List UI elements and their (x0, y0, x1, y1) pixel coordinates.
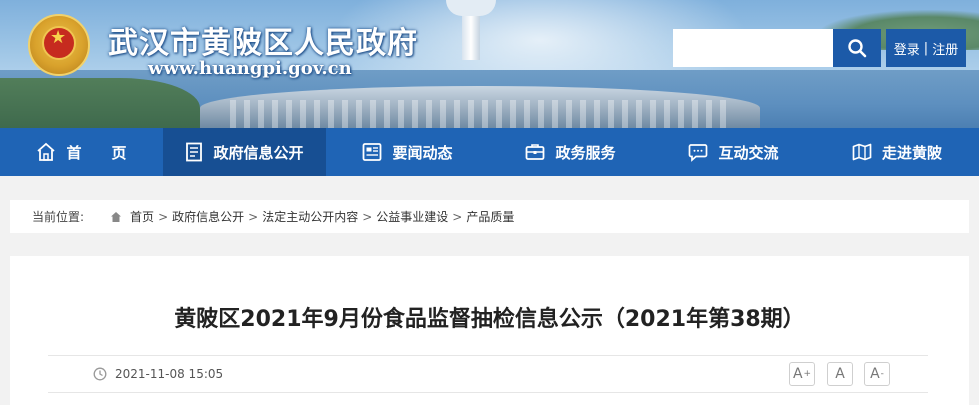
breadcrumb-separator: > (158, 209, 169, 224)
breadcrumb-separator: > (362, 209, 373, 224)
publish-date: 2021-11-08 15:05 (115, 367, 224, 381)
login-link[interactable]: 登录 (894, 39, 920, 58)
font-decrease-mark: - (880, 369, 884, 379)
breadcrumb-item-public-welfare[interactable]: 公益事业建设 (376, 208, 448, 225)
nav-item-news[interactable]: 要闻动态 (326, 128, 489, 176)
nav-item-gov-info[interactable]: 政府信息公开 (163, 128, 326, 176)
search-icon (848, 39, 867, 58)
nav-item-services[interactable]: 政务服务 (489, 128, 652, 176)
site-url: www.huangpi.gov.cn (148, 58, 352, 79)
font-decrease-label: A (870, 366, 880, 382)
font-size-reset-button[interactable]: A (827, 362, 853, 386)
document-icon (186, 142, 203, 162)
briefcase-icon (526, 144, 545, 160)
nav-label-interaction: 互动交流 (718, 143, 779, 162)
chat-bubble-icon (689, 144, 708, 162)
nav-label-about: 走进黄陂 (881, 143, 942, 162)
home-icon (37, 142, 56, 161)
nav-label-services: 政务服务 (555, 143, 616, 162)
banner-building-facade (230, 100, 730, 128)
nav-item-home[interactable]: 首页 (0, 128, 163, 176)
nav-label-news: 要闻动态 (392, 143, 453, 162)
article-meta-bar: 2021-11-08 15:05 A + A A- (48, 355, 928, 393)
register-link[interactable]: 注册 (932, 39, 958, 58)
font-size-decrease-button[interactable]: A- (864, 362, 890, 386)
breadcrumb-item-product-quality[interactable]: 产品质量 (466, 208, 514, 225)
site-title[interactable]: 武汉市黄陂区人民政府 (108, 18, 418, 62)
news-icon (363, 143, 382, 161)
login-register-box: 登录 | 注册 (886, 29, 966, 67)
search-button[interactable] (833, 29, 881, 67)
font-increase-mark: + (803, 369, 812, 379)
login-separator: | (923, 40, 929, 56)
header-banner: ★ 武汉市黄陂区人民政府 www.huangpi.gov.cn 登录 | 注册 (0, 0, 979, 128)
map-icon (852, 143, 872, 161)
clock-icon (93, 367, 107, 381)
breadcrumb-separator: > (248, 209, 259, 224)
nav-item-interaction[interactable]: 互动交流 (652, 128, 815, 176)
breadcrumb: 当前位置: 首页 > 政府信息公开 > 法定主动公开内容 > 公益事业建设 > … (10, 200, 969, 233)
breadcrumb-item-statutory[interactable]: 法定主动公开内容 (262, 208, 358, 225)
search-input[interactable] (673, 29, 833, 67)
font-increase-label: A (792, 366, 803, 382)
nav-item-about[interactable]: 走进黄陂 (815, 128, 979, 176)
nav-label-home: 首页 (66, 143, 157, 162)
breadcrumb-item-home[interactable]: 首页 (130, 208, 154, 225)
banner-shore (0, 78, 200, 128)
main-nav: 首页 政府信息公开 要闻动态 政务服务 互动交流 走进黄陂 (0, 128, 979, 176)
breadcrumb-prefix: 当前位置: (32, 210, 85, 224)
font-size-increase-button[interactable]: A + (789, 362, 815, 386)
font-reset-label: A (835, 366, 845, 382)
home-icon (110, 211, 122, 223)
article-title: 黄陂区2021年9月份食品监督抽检信息公示（2021年第38期） (174, 307, 805, 332)
article-card: 黄陂区2021年9月份食品监督抽检信息公示（2021年第38期） 2021-11… (10, 256, 969, 405)
national-emblem-icon: ★ (28, 14, 90, 76)
breadcrumb-item-gov-info[interactable]: 政府信息公开 (172, 208, 244, 225)
breadcrumb-separator: > (452, 209, 463, 224)
nav-label-gov-info: 政府信息公开 (213, 143, 304, 162)
